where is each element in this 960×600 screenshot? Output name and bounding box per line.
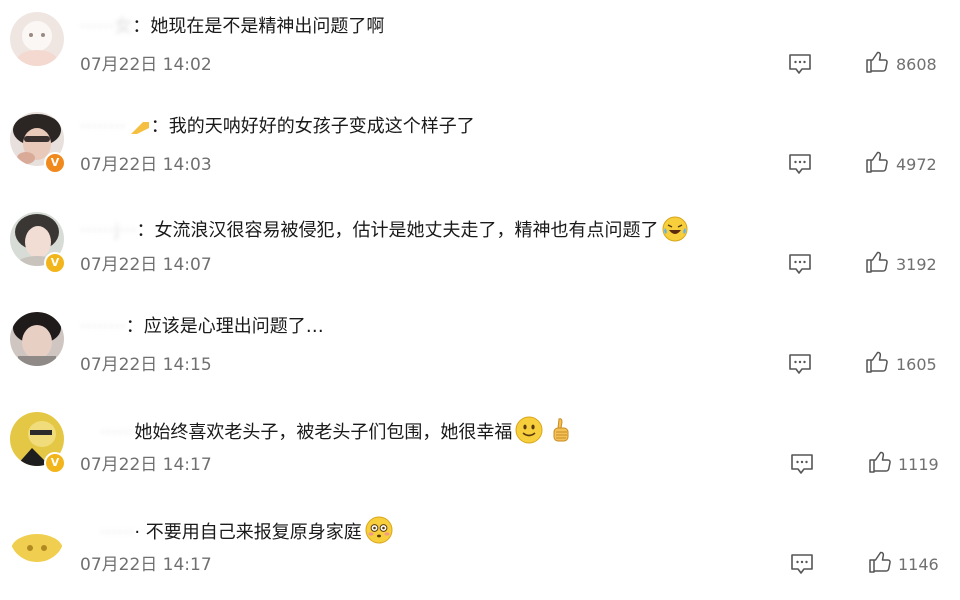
separator: · [134,522,146,543]
v-badge-icon: V [44,252,66,274]
comment-text: 不要用自己来报复原身家庭 [145,522,362,543]
comment-text: 女流浪汉很容易被侵犯，估计是她丈夫走了，精神也有点问题了 [154,220,659,241]
thumbs-up-icon[interactable] [868,550,892,578]
separator: ： [125,316,144,337]
comment-icon[interactable] [790,553,814,579]
comment-icon[interactable] [788,253,812,279]
comment-line: ······她始终喜欢老头子，被老头子们包围，她很幸福 [100,416,574,450]
thumbs-up-icon[interactable] [865,350,889,378]
v-badge-icon: V [44,452,66,474]
timestamp: 07月22日 14:15 [80,355,212,375]
comment-text: 我的天呐好好的女孩子变成这个样子了 [168,116,475,137]
username-link[interactable]: ······ [100,422,134,443]
laughing-tears-emoji-icon [662,216,688,248]
separator: ： [132,16,151,37]
like-count: 3192 [896,255,937,274]
comment-line: ········ ：我的天呐好好的女孩子变成这个样子了 [80,116,475,144]
comment-item: ······· 不要用自己来报复原身家庭 07月22日 14:17 1146 [0,500,960,600]
comment-icon[interactable] [788,53,812,79]
timestamp: 07月22日 14:17 [80,555,212,575]
separator: ： [150,116,169,137]
v-badge-icon: V [44,152,66,174]
thumbs-up-icon[interactable] [865,50,889,78]
username-link[interactable]: ······ [100,522,134,543]
comment-item: V ······j···：女流浪汉很容易被侵犯，估计是她丈夫走了，精神也有点问题… [0,200,960,300]
comment-item: V ········ ：我的天呐好好的女孩子变成这个样子了 07月22日 14:0… [0,100,960,200]
comment-icon[interactable] [788,353,812,379]
like-count: 1605 [896,355,937,374]
like-count: 8608 [896,55,937,74]
timestamp: 07月22日 14:07 [80,255,212,275]
avatar[interactable] [10,512,64,562]
timestamp: 07月22日 14:03 [80,155,212,175]
comment-text: 她现在是不是精神出问题了啊 [150,16,385,37]
like-count: 1146 [898,555,939,574]
smile-emoji-icon [515,416,543,450]
comment-line: ······女：她现在是不是精神出问题了啊 [80,16,384,38]
thumbs-up-icon[interactable] [865,150,889,178]
thumbs-up-emoji-icon [546,416,574,450]
username-link[interactable]: ······女 [80,16,132,37]
timestamp: 07月22日 14:17 [80,455,212,475]
yellow-tag-icon [129,118,151,144]
comment-line: ······· 不要用自己来报复原身家庭 [100,516,393,550]
timestamp: 07月22日 14:02 [80,55,212,75]
separator: ： [136,220,155,241]
comment-item: ········：应该是心理出问题了… 07月22日 14:15 1605 [0,300,960,400]
comment-text: 应该是心理出问题了… [143,316,324,337]
comment-item: ······女：她现在是不是精神出问题了啊 07月22日 14:02 8608 [0,0,960,100]
comment-icon[interactable] [790,453,814,479]
comment-item: V ······她始终喜欢老头子，被老头子们包围，她很幸福 07月22日 14:… [0,400,960,500]
comment-icon[interactable] [788,153,812,179]
comment-line: ······j···：女流浪汉很容易被侵犯，估计是她丈夫走了，精神也有点问题了 [80,216,688,248]
avatar[interactable] [10,312,64,366]
username-link[interactable]: ········ [80,316,126,337]
username-link[interactable]: ······j··· [80,220,137,241]
thumbs-up-icon[interactable] [865,250,889,278]
like-count: 4972 [896,155,937,174]
flushed-emoji-icon [365,516,393,550]
avatar[interactable] [10,12,64,66]
username-link[interactable]: ········ [80,116,126,137]
comment-line: ········：应该是心理出问题了… [80,316,324,338]
thumbs-up-icon[interactable] [868,450,892,478]
comment-text: 她始终喜欢老头子，被老头子们包围，她很幸福 [134,422,513,443]
like-count: 1119 [898,455,939,474]
